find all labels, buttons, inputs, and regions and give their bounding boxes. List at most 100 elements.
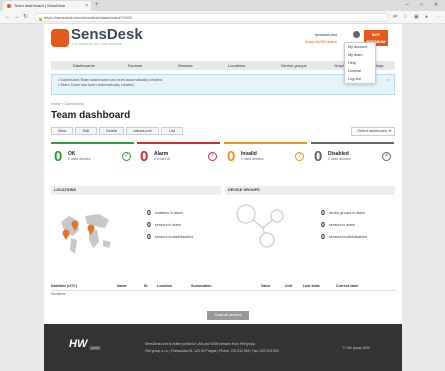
menu-item-my-account[interactable]: My account (345, 43, 375, 51)
panel-title: LOCATIONS (51, 186, 221, 195)
device-groups-icon (236, 204, 284, 248)
translate-icon[interactable]: ⇄ (393, 14, 397, 21)
column-header[interactable]: Location (157, 282, 172, 291)
locations-panel: LOCATIONS 0 locations in alarm 0 sensors i… (51, 186, 221, 268)
close-window-button[interactable]: ✕ (434, 1, 438, 10)
column-header[interactable]: Current state (336, 282, 358, 291)
bookmark-star-icon[interactable]: ☆ (403, 14, 407, 21)
minimize-button[interactable]: – (406, 1, 409, 10)
browser-tab[interactable]: Team dashboard | SensDesk × (3, 1, 91, 11)
stat-count: 0 (321, 210, 325, 217)
url-bar[interactable]: 🔒 https://sensdesk.com/sensdesk/dashboar… (34, 13, 389, 22)
stat-text: sensors in alarm (328, 223, 356, 227)
chevron-down-icon: ▾ (389, 129, 391, 133)
footer-logo[interactable]: HW (69, 338, 87, 350)
stat-row[interactable]: 0 sensors in alarm (321, 222, 355, 229)
stat-count: 0 (321, 234, 325, 241)
logo-subtitle: IoT PORTAL BY HW GROUP (72, 42, 123, 46)
status-sub: 0 used devices (241, 157, 264, 161)
nav-dashboards[interactable]: Dashboards (73, 61, 95, 70)
column-header[interactable]: ID (144, 282, 148, 291)
stat-count: 0 (147, 234, 151, 241)
check-icon: ✓ (122, 152, 131, 161)
browser-tabstrip: Team dashboard | SensDesk × + – □ ✕ (0, 0, 445, 11)
nav-devices[interactable]: Devices (128, 61, 142, 70)
new-tab-button[interactable]: + (95, 1, 99, 10)
column-header[interactable]: Name (117, 282, 127, 291)
stat-row[interactable]: 0 device groups in alarm (321, 210, 365, 217)
status-count: 0 (140, 148, 149, 165)
lock-icon: 🔒 (38, 16, 43, 21)
status-sub: 0 used devices (328, 157, 351, 161)
view-button[interactable]: View (51, 127, 73, 135)
reload-icon[interactable]: ↻ (23, 13, 28, 21)
panel-title: DEVICE GROUPS (225, 186, 395, 195)
nav-device-groups[interactable]: Device groups (281, 61, 307, 70)
table-empty-message: No items. (51, 292, 67, 296)
forward-icon[interactable]: → (14, 13, 20, 21)
url-text: https://sensdesk.com/sensdesk/dashboard/… (44, 15, 132, 20)
menu-item-help[interactable]: Help (345, 59, 375, 67)
extension-icon[interactable]: ▣ (414, 14, 419, 21)
column-header[interactable]: Value (261, 282, 270, 291)
footer-logo-sub: group (89, 346, 102, 350)
status-count: 0 (54, 148, 63, 165)
status-count: 0 (314, 148, 323, 165)
status-count: 0 (227, 148, 236, 165)
back-icon[interactable]: ← (5, 13, 11, 21)
stat-text: sensors invalid/disabled (328, 235, 368, 239)
show-all-sensors-button[interactable]: Show all sensors (207, 311, 249, 320)
tab-close-icon[interactable]: × (85, 1, 88, 11)
column-header[interactable]: Last state (303, 282, 320, 291)
select-dashboard-value: - Select dashboard - (355, 129, 390, 133)
stat-text: sensors in alarm (154, 223, 182, 227)
footer-line-1: SensDesk.com is online portal for LAN an… (145, 342, 256, 346)
stat-count: 0 (147, 210, 151, 217)
footer-copyright[interactable]: © HW group 2020 (343, 346, 370, 350)
breadcrumb[interactable]: Home » Dashboards (51, 102, 84, 106)
stat-row[interactable]: 0 sensors invalid/disabled (147, 234, 193, 241)
device-groups-panel: DEVICE GROUPS 0 device groups in alarm 0s… (225, 186, 395, 268)
user-name[interactable]: sensdesk-test (315, 33, 337, 37)
page: SensDesk IoT PORTAL BY HW GROUP sensdesk… (44, 24, 402, 324)
column-header[interactable]: Datetime (UTC) (51, 282, 77, 291)
avatar[interactable] (353, 31, 360, 38)
user-menu: My account My team Help License Log out (344, 42, 376, 84)
stat-count: 0 (147, 222, 151, 229)
select-dashboard-dropdown[interactable]: - Select dashboard - ▾ (351, 127, 395, 136)
menu-item-log-out[interactable]: Log out (345, 75, 375, 83)
nav-sensors[interactable]: Sensors (178, 61, 193, 70)
stat-row[interactable]: 0 sensors in alarm (147, 222, 181, 229)
values-xml-button[interactable]: values.xml (126, 127, 159, 135)
profile-icon[interactable]: ● (425, 14, 428, 21)
menu-item-license[interactable]: License (345, 67, 375, 75)
stat-text: sensors invalid/disabled (154, 235, 194, 239)
menu-item-my-team[interactable]: My team (345, 51, 375, 59)
device-info-link[interactable]: Adopt 60/HB device (305, 40, 337, 44)
status-ok[interactable]: 0 OK 0 used devices ✓ (51, 142, 134, 170)
buy-label: BUY (371, 32, 381, 37)
delete-button[interactable]: Delete (99, 127, 124, 135)
status-invalid[interactable]: 0 Invalid 0 used devices ? (224, 142, 307, 170)
menu-dots-icon[interactable]: ⋯ (436, 14, 441, 21)
column-header[interactable]: Sublocation (191, 282, 212, 291)
status-sub: 0 in last 2h (154, 157, 171, 161)
column-header[interactable]: Unit (285, 282, 292, 291)
status-disabled[interactable]: 0 Disabled 0 used devices × (311, 142, 394, 170)
favicon-icon (7, 4, 11, 8)
close-icon[interactable]: × (387, 78, 390, 84)
sensors-table-header: Datetime (UTC) Name ID Location Sublocat… (51, 282, 395, 291)
status-sub: 0 used devices (68, 157, 91, 161)
footer-line-2: HW group s.r.o. | Rumunská 26, 120 00 Pr… (145, 349, 279, 353)
list-button[interactable]: List (161, 127, 183, 135)
status-alarm[interactable]: 0 Alarm 0 in last 2h ! (137, 142, 220, 170)
stat-count: 0 (321, 222, 325, 229)
tab-title: Team dashboard | SensDesk (14, 3, 66, 8)
logo[interactable]: SensDesk IoT PORTAL BY HW GROUP (51, 27, 143, 49)
stat-row[interactable]: 0 locations in alarm (147, 210, 183, 217)
maximize-button[interactable]: □ (420, 1, 423, 10)
stat-row[interactable]: 0 sensors invalid/disabled (321, 234, 367, 241)
edit-button[interactable]: Edit (75, 127, 97, 135)
nav-locations[interactable]: Locations (228, 61, 245, 70)
logo-mark-icon (51, 29, 69, 47)
